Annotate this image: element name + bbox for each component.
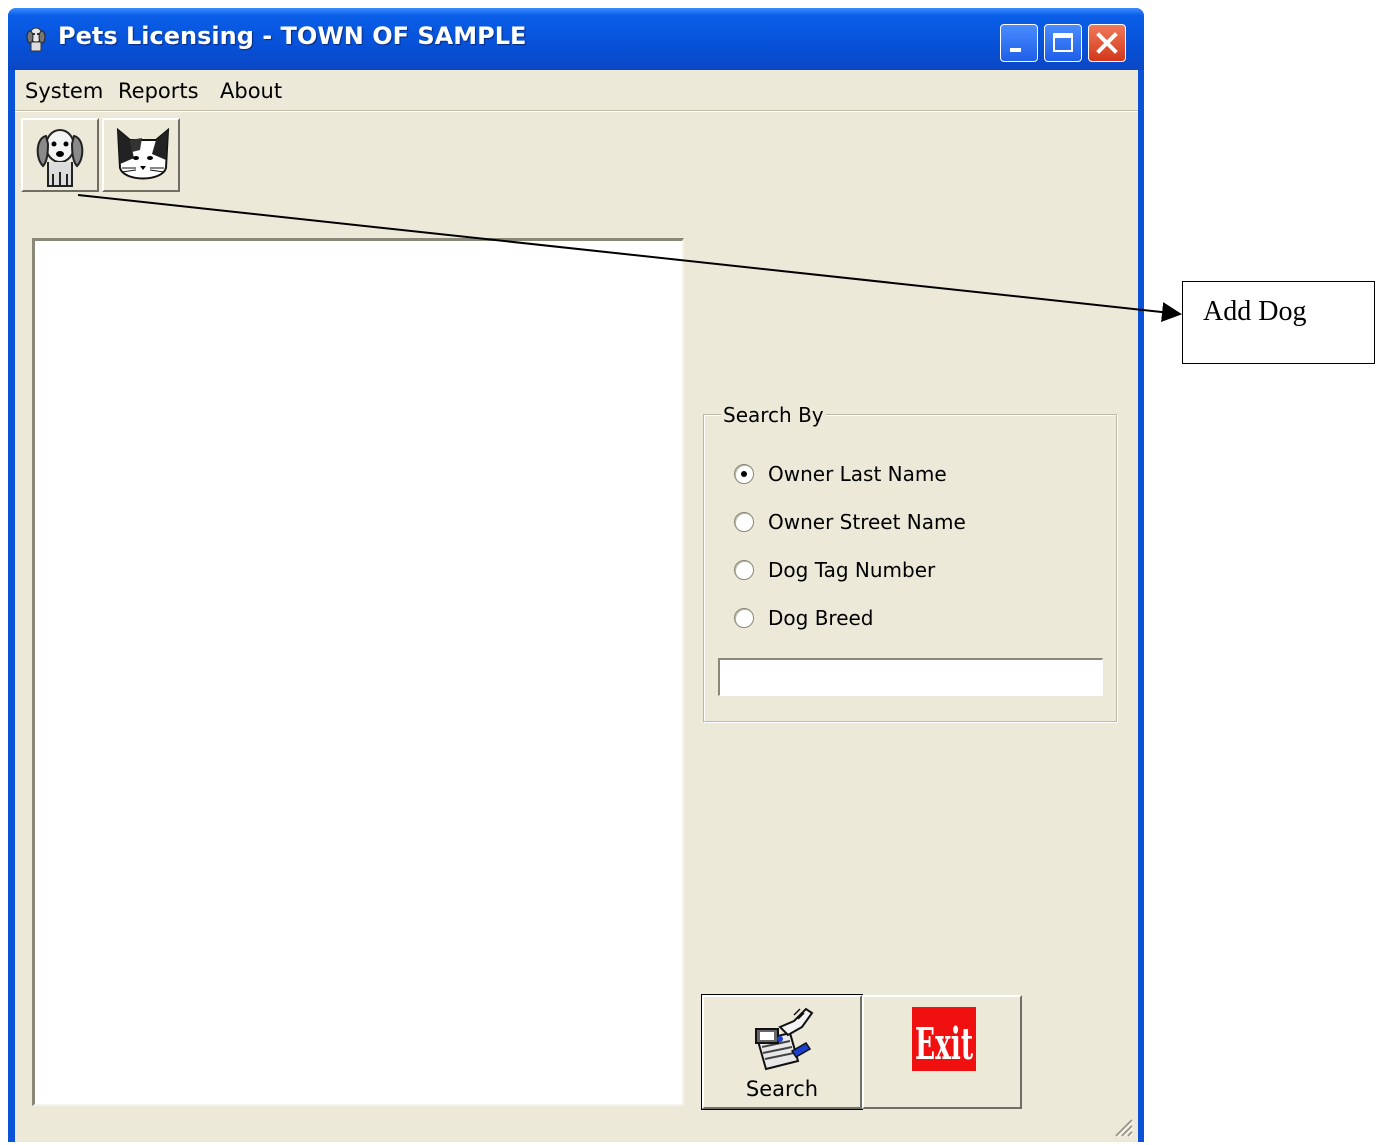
close-button[interactable] bbox=[1088, 24, 1126, 62]
results-list[interactable] bbox=[32, 238, 684, 1106]
menu-about[interactable]: About bbox=[220, 79, 282, 103]
add-dog-button[interactable] bbox=[21, 118, 99, 192]
maximize-icon bbox=[1053, 33, 1073, 52]
minimize-button[interactable] bbox=[1000, 24, 1038, 62]
dog-icon bbox=[26, 27, 46, 52]
radio-button[interactable] bbox=[734, 512, 754, 532]
title-bar[interactable]: Pets Licensing - TOWN OF SAMPLE bbox=[8, 8, 1144, 70]
search-input[interactable] bbox=[718, 658, 1103, 696]
search-button[interactable]: Search bbox=[701, 994, 863, 1110]
maximize-button[interactable] bbox=[1044, 24, 1082, 62]
exit-button[interactable]: Exit bbox=[862, 995, 1022, 1109]
app-window: Pets Licensing - TOWN OF SAMPLE System R… bbox=[8, 8, 1144, 1142]
search-by-legend: Search By bbox=[721, 403, 826, 427]
radio-label: Owner Last Name bbox=[768, 462, 947, 486]
cat-icon bbox=[116, 127, 170, 180]
search-button-label: Search bbox=[745, 1077, 819, 1101]
window-title: Pets Licensing - TOWN OF SAMPLE bbox=[58, 22, 527, 50]
radio-button[interactable] bbox=[734, 464, 754, 484]
client-area: System Reports About Search By Owner Las… bbox=[15, 70, 1138, 1142]
annotation-callout: Add Dog bbox=[1182, 281, 1375, 364]
search-icon bbox=[755, 1007, 814, 1071]
radio-label: Owner Street Name bbox=[768, 510, 966, 534]
radio-label: Dog Tag Number bbox=[768, 558, 936, 582]
resize-grip-icon[interactable] bbox=[1112, 1116, 1134, 1138]
minimize-icon bbox=[1010, 48, 1021, 52]
radio-label: Dog Breed bbox=[768, 606, 874, 630]
radio-button[interactable] bbox=[734, 560, 754, 580]
menu-divider bbox=[15, 111, 1138, 112]
menu-bar: System Reports About bbox=[15, 70, 1138, 111]
menu-system[interactable]: System bbox=[25, 79, 103, 103]
annotation-label: Add Dog bbox=[1203, 296, 1307, 327]
exit-label: Exit bbox=[915, 1019, 973, 1070]
menu-reports[interactable]: Reports bbox=[118, 79, 199, 103]
radio-selected-dot bbox=[741, 471, 747, 477]
exit-icon: Exit bbox=[912, 1007, 976, 1071]
radio-button[interactable] bbox=[734, 608, 754, 628]
dog-icon bbox=[36, 129, 84, 187]
close-icon bbox=[1096, 32, 1118, 54]
cat-button[interactable] bbox=[102, 118, 180, 192]
